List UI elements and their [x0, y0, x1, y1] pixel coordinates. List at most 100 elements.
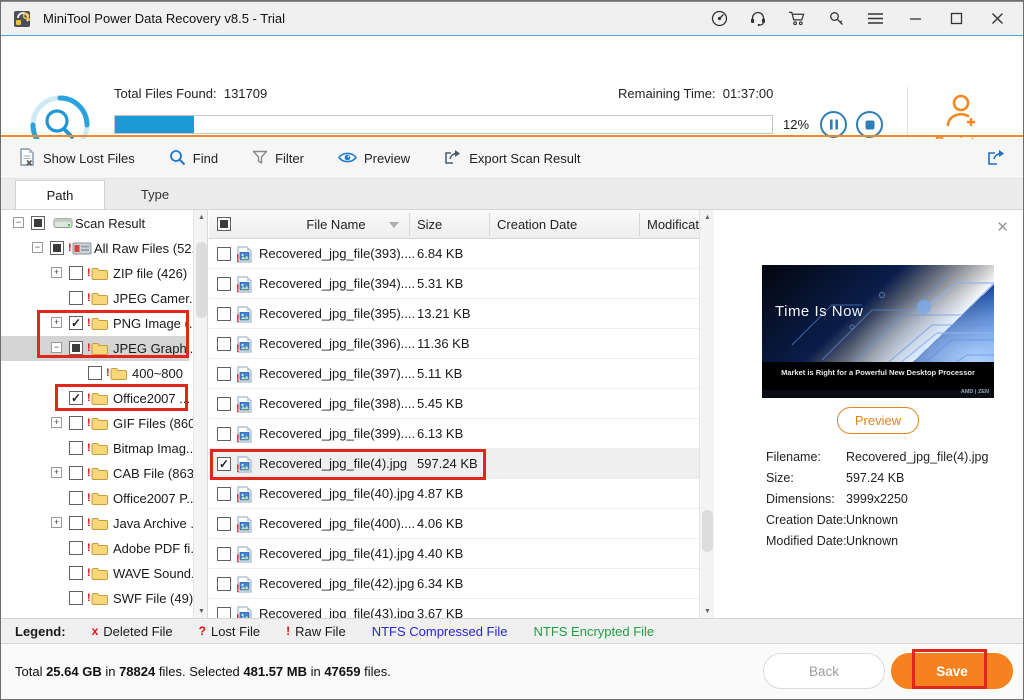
row-checkbox[interactable]	[217, 607, 231, 618]
tab-path[interactable]: Path	[15, 180, 105, 209]
select-all-checkbox[interactable]	[217, 217, 231, 231]
back-button[interactable]: Back	[763, 653, 885, 689]
tree-item-scan-result[interactable]: − Scan Result	[1, 211, 189, 236]
scroll-up-icon[interactable]: ▲	[700, 210, 714, 225]
row-checkbox[interactable]: ✓	[217, 457, 231, 471]
tree-checkbox[interactable]	[69, 291, 83, 305]
row-checkbox[interactable]	[217, 547, 231, 561]
close-button[interactable]	[987, 10, 1007, 28]
scroll-down-icon[interactable]: ▼	[700, 604, 714, 618]
tree-checkbox[interactable]	[69, 566, 83, 580]
tree-item-adobe-pdf-fi[interactable]: ! Adobe PDF fi...	[1, 536, 201, 561]
tree-item-cab-file-863[interactable]: +! CAB File (863)	[1, 461, 198, 486]
column-file-name[interactable]: File Name	[271, 210, 401, 239]
tree-scrollbar[interactable]: ▲ ▼	[193, 210, 207, 618]
tree-checkbox[interactable]: ✓	[69, 316, 83, 330]
collapse-icon[interactable]: −	[13, 217, 24, 228]
tree-scroll-thumb[interactable]	[196, 242, 207, 318]
tree-item-office2007[interactable]: ✓! Office2007 ...	[1, 386, 190, 411]
column-creation-date[interactable]: Creation Date	[497, 210, 577, 239]
file-row[interactable]: ! Recovered_jpg_file(41).jpg 4.40 KB	[209, 539, 714, 569]
tree-item-swf-file-49[interactable]: ! SWF File (49)	[1, 586, 193, 611]
list-scroll-thumb[interactable]	[702, 510, 713, 552]
tree-checkbox[interactable]	[69, 341, 83, 355]
toolbar-item-export-scan-result[interactable]: Export Scan Result	[444, 149, 580, 169]
row-checkbox[interactable]	[217, 307, 231, 321]
tree-item-bitmap-imag[interactable]: ! Bitmap Imag...	[1, 436, 197, 461]
stop-button[interactable]	[856, 111, 883, 138]
toolbar-item-preview[interactable]: Preview	[338, 151, 410, 167]
pause-button[interactable]	[820, 111, 847, 138]
file-row[interactable]: ! Recovered_jpg_file(395).... 13.21 KB	[209, 299, 714, 329]
tree-checkbox[interactable]	[69, 466, 83, 480]
tree-item-png-image[interactable]: + ✓! PNG Image (...	[1, 311, 200, 336]
menu-icon[interactable]	[866, 10, 884, 28]
tree-checkbox[interactable]	[69, 491, 83, 505]
tree-checkbox[interactable]	[88, 366, 102, 380]
row-checkbox[interactable]	[217, 427, 231, 441]
tree-checkbox[interactable]	[69, 516, 83, 530]
tree-item-400-800[interactable]: ! 400~800	[1, 361, 189, 386]
tree-checkbox[interactable]	[69, 591, 83, 605]
tree-checkbox[interactable]	[31, 216, 45, 230]
disc-icon[interactable]	[710, 10, 728, 28]
expand-icon[interactable]: +	[51, 517, 62, 528]
file-row[interactable]: ! Recovered_jpg_file(43).jpg3.67 KB	[209, 599, 714, 618]
expand-icon[interactable]: +	[51, 417, 62, 428]
collapse-icon[interactable]: −	[32, 242, 43, 253]
preview-button[interactable]: Preview	[837, 407, 919, 434]
export-blue-icon[interactable]	[987, 149, 1007, 170]
row-checkbox[interactable]	[217, 517, 231, 531]
scroll-up-icon[interactable]: ▲	[194, 210, 207, 225]
expand-icon[interactable]: +	[51, 467, 62, 478]
tree-checkbox[interactable]: ✓	[69, 391, 83, 405]
row-checkbox[interactable]	[217, 277, 231, 291]
toolbar-item-show-lost-files[interactable]: Show Lost Files	[19, 148, 135, 169]
file-row[interactable]: ! Recovered_jpg_file(393).... 6.84 KB	[209, 239, 714, 269]
file-row[interactable]: ! Recovered_jpg_file(397).... 5.11 KB	[209, 359, 714, 389]
toolbar-item-filter[interactable]: Filter	[252, 150, 304, 168]
file-row[interactable]: ! Recovered_jpg_file(400).... 4.06 KB	[209, 509, 714, 539]
tree-item-java-archive[interactable]: +! Java Archive ...	[1, 511, 201, 536]
expand-icon[interactable]: +	[51, 267, 62, 278]
save-button[interactable]: Save	[891, 653, 1013, 689]
file-row[interactable]: ! Recovered_jpg_file(394).... 5.31 KB	[209, 269, 714, 299]
support-headset-icon[interactable]	[749, 10, 767, 28]
tree-checkbox[interactable]	[69, 416, 83, 430]
file-row[interactable]: ! Recovered_jpg_file(396).... 11.36 KB	[209, 329, 714, 359]
maximize-button[interactable]	[946, 10, 966, 28]
tree-checkbox[interactable]	[69, 266, 83, 280]
file-row[interactable]: ! Recovered_jpg_file(42).jpg 6.34 KB	[209, 569, 714, 599]
tree-item-gif-files-860[interactable]: +! GIF Files (860)	[1, 411, 200, 436]
preview-thumbnail[interactable]: Time Is Now Market is Right for a Powerf…	[762, 265, 994, 398]
tab-type[interactable]: Type	[105, 180, 205, 209]
tree-item-jpeg-graphi[interactable]: −! JPEG Graphi...	[1, 336, 200, 361]
preview-close-icon[interactable]: ✕	[996, 218, 1009, 236]
row-checkbox[interactable]	[217, 337, 231, 351]
file-row[interactable]: ! Recovered_jpg_file(40).jpg 4.87 KB	[209, 479, 714, 509]
row-checkbox[interactable]	[217, 487, 231, 501]
key-icon[interactable]	[827, 10, 845, 28]
tree-checkbox[interactable]	[69, 441, 83, 455]
file-row[interactable]: ! Recovered_jpg_file(399).... 6.13 KB	[209, 419, 714, 449]
toolbar-item-find[interactable]: Find	[169, 149, 218, 169]
expand-icon[interactable]: +	[51, 317, 62, 328]
tree-item-zip-file-426[interactable]: +! ZIP file (426)	[1, 261, 189, 286]
cart-icon[interactable]	[788, 10, 806, 28]
scroll-down-icon[interactable]: ▼	[194, 604, 207, 618]
tree-checkbox[interactable]	[50, 241, 64, 255]
tree-item-office2007-p[interactable]: ! Office2007 P...	[1, 486, 197, 511]
tree-checkbox[interactable]	[69, 541, 83, 555]
list-scrollbar[interactable]: ▲ ▼	[699, 210, 714, 618]
tree-item-wave-sound[interactable]: ! WAVE Sound...	[1, 561, 202, 586]
row-checkbox[interactable]	[217, 397, 231, 411]
file-row[interactable]: ! Recovered_jpg_file(398).... 5.45 KB	[209, 389, 714, 419]
row-checkbox[interactable]	[217, 247, 231, 261]
tree-item-jpeg-camer[interactable]: ! JPEG Camer...	[1, 286, 200, 311]
row-checkbox[interactable]	[217, 577, 231, 591]
collapse-icon[interactable]: −	[51, 342, 62, 353]
column-size[interactable]: Size	[417, 210, 442, 239]
minimize-button[interactable]	[905, 10, 925, 28]
row-checkbox[interactable]	[217, 367, 231, 381]
file-row[interactable]: ✓! Recovered_jpg_file(4).jpg 597.24 KB	[209, 449, 714, 479]
